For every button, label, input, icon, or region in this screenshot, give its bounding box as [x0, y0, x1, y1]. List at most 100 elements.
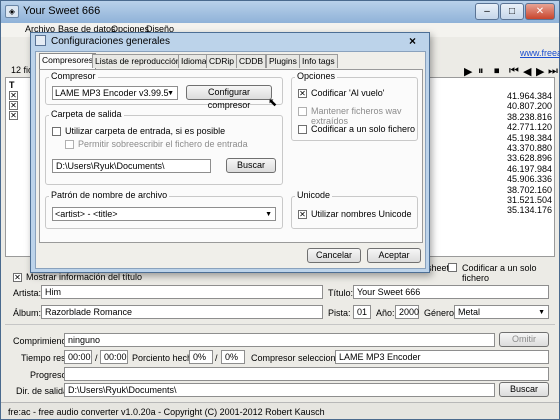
minimize-button[interactable]: –: [475, 3, 499, 20]
track-checkbox[interactable]: ✕: [9, 101, 18, 110]
encoder-select-value: LAME MP3 Encoder v3.99.5: [55, 88, 169, 98]
allow-overwrite-checkbox[interactable]: [65, 140, 74, 149]
artist-label: Artista:: [13, 288, 42, 298]
chevron-down-icon: ▼: [538, 309, 545, 316]
tab-info-tags[interactable]: Info tags: [299, 54, 338, 68]
keep-wav-label: Mantener ficheros wav extraídos: [311, 106, 402, 126]
genre-select[interactable]: Metal ▼: [454, 305, 549, 319]
window-title: Your Sweet 666: [23, 5, 101, 17]
encoder-group-label: Compresor: [49, 71, 98, 81]
album-field[interactable]: Razorblade Romance: [41, 305, 323, 319]
title-field[interactable]: Your Sweet 666: [353, 285, 549, 299]
file-size: 33.628.896: [506, 153, 552, 164]
unicode-group-label: Unicode: [295, 190, 333, 200]
dialog-title: Configuraciones generales: [51, 36, 170, 47]
file-size: 42.771.120: [506, 122, 552, 133]
percent-total-field: 0%: [221, 350, 245, 364]
on-the-fly-checkbox[interactable]: ✕: [298, 89, 307, 98]
file-size: 38.238.816: [506, 111, 552, 122]
tab-compresores[interactable]: Compresores: [39, 53, 97, 69]
browse-button[interactable]: Buscar: [499, 382, 549, 397]
status-bar: fre:ac - free audio converter v1.0.20a -…: [1, 402, 559, 419]
tab-playlists[interactable]: Listas de reproducción: [92, 54, 184, 68]
time-separator: /: [95, 353, 98, 363]
title-label: Título:: [328, 288, 354, 298]
on-the-fly-label: Codificar 'Al vuelo': [311, 88, 385, 98]
use-unicode-label: Utilizar nombres Unicode: [311, 209, 412, 219]
maximize-button[interactable]: □: [500, 3, 524, 20]
filename-pattern-group-label: Patrón de nombre de archivo: [49, 190, 170, 200]
sheet-label: sheet: [427, 263, 450, 273]
skip-button[interactable]: Omitir: [499, 332, 549, 347]
album-label: Álbum:: [13, 308, 42, 318]
dialog-browse-button[interactable]: Buscar: [226, 158, 276, 173]
file-size: 31.521.504: [506, 194, 552, 205]
track-checkbox[interactable]: ✕: [9, 91, 18, 100]
output-dir-field[interactable]: D:\Users\Ryuk\Documents\: [64, 383, 495, 397]
file-size: 41.964.384: [506, 91, 552, 101]
title-bar: ◈ Your Sweet 666 – □ ✕: [1, 1, 559, 23]
configure-encoder-button[interactable]: Configurar compresor: [186, 85, 272, 110]
file-size: 43.370.880: [506, 142, 552, 153]
file-size: 40.807.200: [506, 101, 552, 112]
encoder-field: LAME MP3 Encoder: [335, 350, 549, 364]
use-input-folder-checkbox[interactable]: [52, 127, 61, 136]
year-field[interactable]: 2000: [395, 305, 419, 319]
single-file-label: Codificar a un solo fichero: [462, 263, 537, 283]
time-total-field: 00:00: [100, 350, 128, 364]
file-size: 35.134.176: [506, 205, 552, 216]
dialog-icon: [35, 35, 46, 46]
file-size: 45.906.336: [506, 174, 552, 185]
encoder-select[interactable]: LAME MP3 Encoder v3.99.5 ▼: [52, 86, 178, 100]
ok-button[interactable]: Aceptar: [367, 248, 421, 263]
website-link[interactable]: www.freeac.org: [520, 48, 560, 58]
compressing-field: ninguno: [64, 333, 495, 347]
status-text: fre:ac - free audio converter v1.0.20a -…: [8, 407, 325, 417]
output-dir-label: Dir. de salida:: [16, 386, 71, 396]
divider: [5, 324, 555, 325]
progress-bar: [64, 367, 549, 381]
main-window: ◈ Your Sweet 666 – □ ✕ Archivo Base de d…: [0, 0, 560, 420]
allow-overwrite-label: Permitir sobreescribir el fichero de ent…: [78, 139, 248, 149]
output-path-field[interactable]: D:\Users\Ryuk\Documents\: [52, 159, 211, 173]
cancel-button[interactable]: Cancelar: [307, 248, 361, 263]
use-unicode-checkbox[interactable]: ✕: [298, 210, 307, 219]
app-icon: ◈: [5, 5, 19, 18]
year-label: Año:: [376, 308, 395, 318]
filename-pattern-select[interactable]: <artist> - <title> ▼: [52, 207, 276, 221]
track-label: Pista:: [328, 308, 351, 318]
use-input-folder-label: Utilizar carpeta de entrada, si es posib…: [65, 126, 226, 136]
single-file-checkbox[interactable]: [448, 263, 457, 272]
tab-cddb[interactable]: CDDB: [236, 54, 267, 68]
artist-field[interactable]: Him: [41, 285, 323, 299]
size-column: 41.964.384 40.807.200 38.238.816 42.771.…: [432, 91, 552, 216]
single-file-dialog-label: Codificar a un solo fichero: [311, 124, 416, 134]
show-title-info-label: Mostrar información del título: [26, 272, 143, 282]
mouse-cursor-icon: ⬉: [268, 97, 278, 109]
keep-wav-checkbox[interactable]: [298, 107, 307, 116]
single-file-dialog-checkbox[interactable]: [298, 125, 307, 134]
show-title-info-checkbox[interactable]: ✕: [13, 273, 22, 282]
dialog-body: Compresores Listas de reproducción Idiom…: [35, 51, 426, 269]
genre-label: Género:: [424, 308, 457, 318]
chevron-down-icon: ▼: [167, 90, 174, 97]
track-checkbox[interactable]: ✕: [9, 111, 18, 120]
close-button[interactable]: ✕: [525, 3, 555, 20]
output-folder-group-label: Carpeta de salida: [49, 109, 124, 119]
file-size: 38.702.160: [506, 184, 552, 195]
title-column-header: T: [9, 80, 15, 90]
filename-pattern-value: <artist> - <title>: [55, 209, 118, 219]
percent-separator: /: [215, 353, 218, 363]
dialog-close-icon[interactable]: ×: [409, 34, 416, 48]
options-group-label: Opciones: [295, 71, 338, 81]
track-field[interactable]: 01: [353, 305, 371, 319]
percent-field: 0%: [189, 350, 213, 364]
chevron-down-icon: ▼: [265, 211, 272, 218]
time-elapsed-field: 00:00: [64, 350, 92, 364]
tab-idioma[interactable]: Idioma: [178, 54, 210, 68]
file-size: 46.197.984: [506, 163, 552, 174]
tab-panel: Compresor LAME MP3 Encoder v3.99.5 ▼ Con…: [39, 69, 423, 243]
tab-cdrip[interactable]: CDRip: [206, 54, 238, 68]
tab-plugins[interactable]: Plugins: [266, 54, 300, 68]
file-size: 45.198.384: [506, 132, 552, 143]
